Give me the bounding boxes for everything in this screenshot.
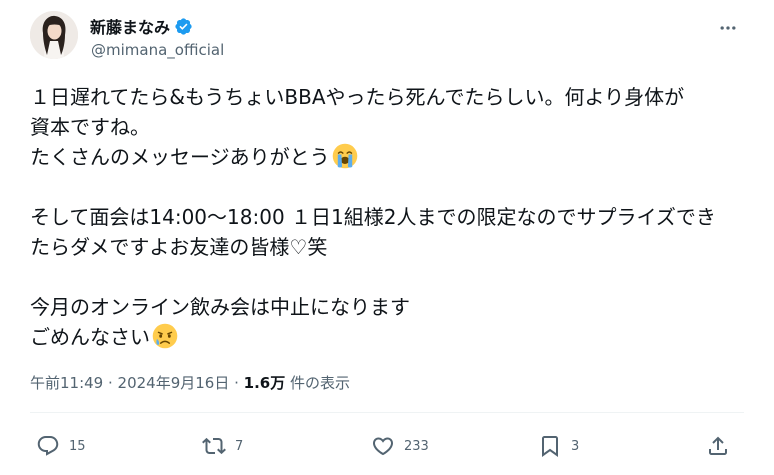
more-options-button[interactable] <box>718 18 738 38</box>
tweet-text: １日遅れてたら&もうちょいBBAやったら死んでたらしい。何より身体が 資本ですね… <box>30 82 744 352</box>
tweet-line: １日遅れてたら&もうちょいBBAやったら死んでたらしい。何より身体が <box>30 85 685 109</box>
repost-button[interactable]: 7 <box>202 428 243 464</box>
views-label: 件の表示 <box>285 374 351 392</box>
tweet-line: たらダメですよお友達の皆様♡笑 <box>30 235 328 259</box>
meta-separator: · <box>229 374 244 392</box>
bookmark-count: 3 <box>571 438 580 454</box>
display-name[interactable]: 新藤まなみ <box>90 14 170 38</box>
tweet-card: 新藤まなみ @mimana_official １日遅れてたら&もうちょいBBAや… <box>0 0 774 475</box>
reply-count: 15 <box>69 438 86 454</box>
heart-icon <box>372 437 394 456</box>
tweet-line: 今月のオンライン飲み会は中止になります <box>30 295 410 319</box>
views-count[interactable]: 1.6万 <box>244 374 286 392</box>
repost-count: 7 <box>235 438 244 454</box>
meta-separator: · <box>103 374 118 392</box>
tweet-line-text: たくさんのメッセージありがとう <box>30 145 330 169</box>
post-time[interactable]: 午前11:49 <box>30 374 103 392</box>
tweet-line: たくさんのメッセージありがとう <box>30 142 744 172</box>
tweet-meta: 午前11:49 · 2024年9月16日 · 1.6万 件の表示 <box>30 372 350 393</box>
post-date[interactable]: 2024年9月16日 <box>118 374 230 392</box>
loudly-crying-face-icon <box>332 143 357 169</box>
avatar-photo <box>30 11 78 59</box>
name-row: 新藤まなみ <box>90 14 193 38</box>
user-handle[interactable]: @mimana_official <box>91 41 224 59</box>
like-button[interactable]: 233 <box>371 428 429 464</box>
bookmark-button[interactable]: 3 <box>538 428 579 464</box>
share-button[interactable] <box>706 428 730 464</box>
tweet-line: 資本ですね。 <box>30 115 150 139</box>
avatar[interactable] <box>30 11 78 59</box>
bookmark-icon <box>542 436 558 457</box>
reply-button[interactable]: 15 <box>36 428 86 464</box>
verified-badge-icon <box>174 17 193 36</box>
crying-face-icon <box>152 323 178 349</box>
reply-icon <box>37 436 59 456</box>
action-bar: 15 7 233 3 <box>30 428 744 464</box>
like-count: 233 <box>404 438 429 454</box>
tweet-line: そして面会は14:00〜18:00 １日1組様2人までの限定なのでサプライズでき <box>30 205 716 229</box>
more-dots-icon <box>720 26 736 30</box>
share-icon <box>709 436 727 455</box>
repost-icon <box>202 437 226 455</box>
tweet-line: ごめんなさい <box>30 322 744 352</box>
divider <box>30 412 744 413</box>
tweet-line-text: ごめんなさい <box>30 325 150 349</box>
